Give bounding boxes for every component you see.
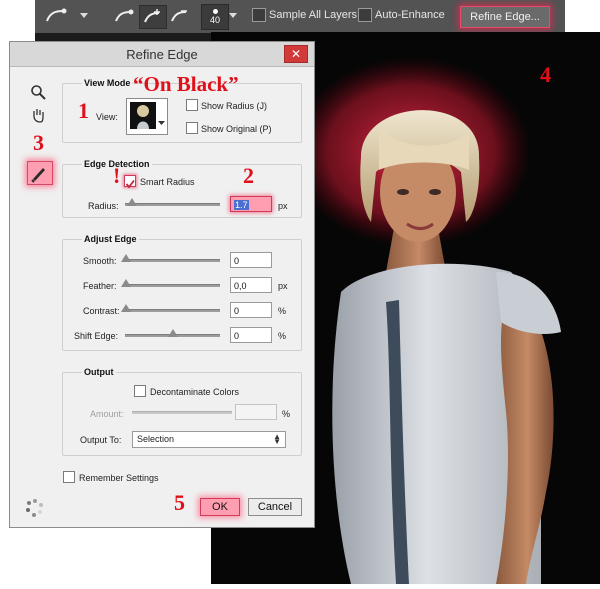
annotation-exclamation: ! — [113, 163, 121, 188]
feather-label: Feather: — [83, 281, 117, 291]
subtract-from-selection-icon[interactable] — [167, 5, 193, 27]
view-chevron-icon — [158, 113, 165, 131]
feather-slider-thumb[interactable] — [121, 279, 131, 287]
brush-size-value: 40 — [209, 15, 220, 25]
brush-size-picker[interactable]: 40 — [201, 4, 229, 30]
radius-slider[interactable] — [125, 203, 220, 206]
sample-all-layers-checkbox[interactable] — [252, 8, 266, 22]
annotation-5: 5 — [174, 490, 185, 515]
amount-unit: % — [282, 409, 291, 419]
output-to-value: Selection — [137, 434, 175, 444]
brush-chevron-icon[interactable] — [228, 5, 238, 27]
remember-settings-checkbox[interactable] — [63, 471, 75, 483]
radius-slider-thumb[interactable] — [127, 198, 137, 206]
output-to-select[interactable]: Selection ▲ ▼ — [132, 431, 286, 448]
checkmark-icon — [125, 179, 135, 189]
view-label: View: — [96, 112, 118, 122]
smart-radius-checkbox[interactable] — [124, 175, 136, 189]
shift-edge-unit: % — [278, 331, 287, 341]
annotation-on-black: “On Black” — [133, 72, 239, 96]
adjust-edge-heading: Adjust Edge — [82, 234, 139, 244]
annotation-4: 4 — [540, 62, 551, 87]
contrast-label: Contrast: — [83, 306, 120, 316]
radius-unit: px — [278, 201, 288, 211]
brush-dot-icon — [212, 9, 218, 14]
radius-label: Radius: — [88, 201, 119, 211]
dialog-title: Refine Edge — [126, 47, 198, 62]
view-thumbnail-icon — [130, 102, 156, 129]
contrast-slider-thumb[interactable] — [121, 304, 131, 312]
contrast-slider[interactable] — [125, 309, 220, 312]
output-to-label: Output To: — [80, 435, 122, 445]
radius-input-value: 1.7 — [234, 200, 249, 210]
refine-edge-button[interactable]: Refine Edge... — [460, 6, 550, 28]
refine-radius-tool-icon[interactable] — [27, 161, 53, 185]
add-to-selection-icon[interactable] — [139, 5, 167, 29]
auto-enhance-checkbox[interactable] — [358, 8, 372, 22]
quick-selection-tool-icon[interactable] — [43, 5, 71, 27]
amount-label: Amount: — [90, 409, 124, 419]
smooth-slider-thumb[interactable] — [121, 254, 131, 262]
smooth-input[interactable]: 0 — [230, 252, 272, 268]
close-icon[interactable]: ✕ — [284, 45, 308, 63]
options-bar: 40 Sample All Layers Auto-Enhance Refine… — [35, 0, 565, 34]
chevron-down-icon[interactable] — [79, 5, 89, 27]
show-original-checkbox[interactable] — [186, 122, 198, 134]
annotation-3: 3 — [33, 130, 44, 155]
radius-input[interactable]: 1.7 — [230, 196, 272, 212]
view-mode-picker[interactable] — [126, 98, 168, 135]
refine-edge-dialog: Refine Edge ✕ View Mode View: Show Radiu… — [9, 41, 315, 528]
output-heading: Output — [82, 367, 116, 377]
smooth-label: Smooth: — [83, 256, 117, 266]
view-mode-heading: View Mode — [82, 78, 133, 88]
show-radius-checkbox[interactable] — [186, 99, 198, 111]
decontaminate-checkbox[interactable] — [134, 385, 146, 397]
feather-unit: px — [278, 281, 288, 291]
zoom-icon[interactable] — [30, 84, 46, 100]
annotation-2: 2 — [243, 163, 254, 188]
new-selection-icon[interactable] — [111, 5, 137, 27]
shift-edge-slider-thumb[interactable] — [168, 329, 178, 337]
amount-input — [235, 404, 277, 420]
feather-input[interactable]: 0,0 — [230, 277, 272, 293]
remember-settings-label: Remember Settings — [79, 473, 159, 483]
shift-edge-label: Shift Edge: — [74, 331, 119, 341]
ok-button[interactable]: OK — [200, 498, 240, 516]
dialog-titlebar: Refine Edge ✕ — [10, 42, 314, 67]
annotation-1: 1 — [78, 98, 89, 123]
smooth-slider[interactable] — [125, 259, 220, 262]
cancel-button[interactable]: Cancel — [248, 498, 302, 516]
show-original-label: Show Original (P) — [201, 124, 272, 134]
auto-enhance-label: Auto-Enhance — [375, 9, 445, 21]
sample-all-layers-label: Sample All Layers — [269, 9, 358, 21]
progress-spinner-icon — [25, 498, 45, 518]
updown-chevron-icon: ▲ ▼ — [273, 432, 281, 446]
smart-radius-label: Smart Radius — [140, 177, 195, 187]
contrast-input[interactable]: 0 — [230, 302, 272, 318]
contrast-unit: % — [278, 306, 287, 316]
shift-edge-input[interactable]: 0 — [230, 327, 272, 343]
hand-icon[interactable] — [30, 107, 46, 123]
feather-slider[interactable] — [125, 284, 220, 287]
amount-slider — [132, 411, 232, 414]
decontaminate-label: Decontaminate Colors — [150, 387, 240, 397]
show-radius-label: Show Radius (J) — [201, 101, 268, 111]
